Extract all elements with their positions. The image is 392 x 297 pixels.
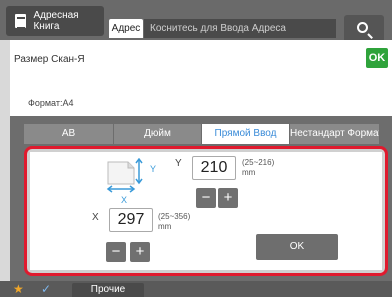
y-label: Y	[175, 158, 182, 169]
x-range: (25~356)	[158, 212, 191, 221]
y-range: (25~216)	[242, 158, 275, 167]
tab-direct-input[interactable]: Прямой Ввод	[202, 124, 290, 144]
panel-title: Размер Скан-Я	[14, 54, 85, 65]
other-button[interactable]: Прочие	[72, 283, 144, 297]
bottom-bar	[0, 281, 392, 297]
format-text: Формат:A4	[28, 98, 74, 108]
paper-size-icon	[106, 158, 143, 193]
x-value-field[interactable]: 297	[109, 208, 153, 232]
tab-ab[interactable]: AB	[24, 124, 114, 144]
panel-ok-button[interactable]: OK	[366, 48, 388, 68]
x-minus-button[interactable]: −	[106, 242, 126, 262]
y-minus-button[interactable]: −	[196, 188, 216, 208]
x-label: X	[92, 212, 99, 223]
y-unit: mm	[242, 168, 256, 177]
star-icon[interactable]: ★	[13, 282, 24, 296]
y-value-field[interactable]: 210	[192, 156, 236, 180]
check-icon[interactable]: ✓	[41, 282, 51, 296]
search-icon	[357, 22, 368, 33]
address-book-icon	[15, 14, 27, 29]
address-tab[interactable]: Адрес	[109, 19, 143, 38]
paper-icon-x-letter: X	[121, 195, 128, 205]
x-unit: mm	[158, 222, 172, 231]
tab-custom-format[interactable]: Нестандарт Формат	[290, 124, 380, 144]
y-plus-button[interactable]: +	[218, 188, 238, 208]
x-plus-button[interactable]: +	[130, 242, 150, 262]
address-input[interactable]: Коснитесь для Ввода Адреса	[144, 19, 336, 38]
direct-input-ok-button[interactable]: OK	[256, 234, 338, 260]
paper-icon-y-letter: Y	[150, 164, 157, 174]
tab-inch[interactable]: Дюйм	[114, 124, 202, 144]
address-book-label: Адресная Книга	[33, 10, 79, 32]
address-book-button[interactable]: Адресная Книга	[6, 6, 104, 36]
